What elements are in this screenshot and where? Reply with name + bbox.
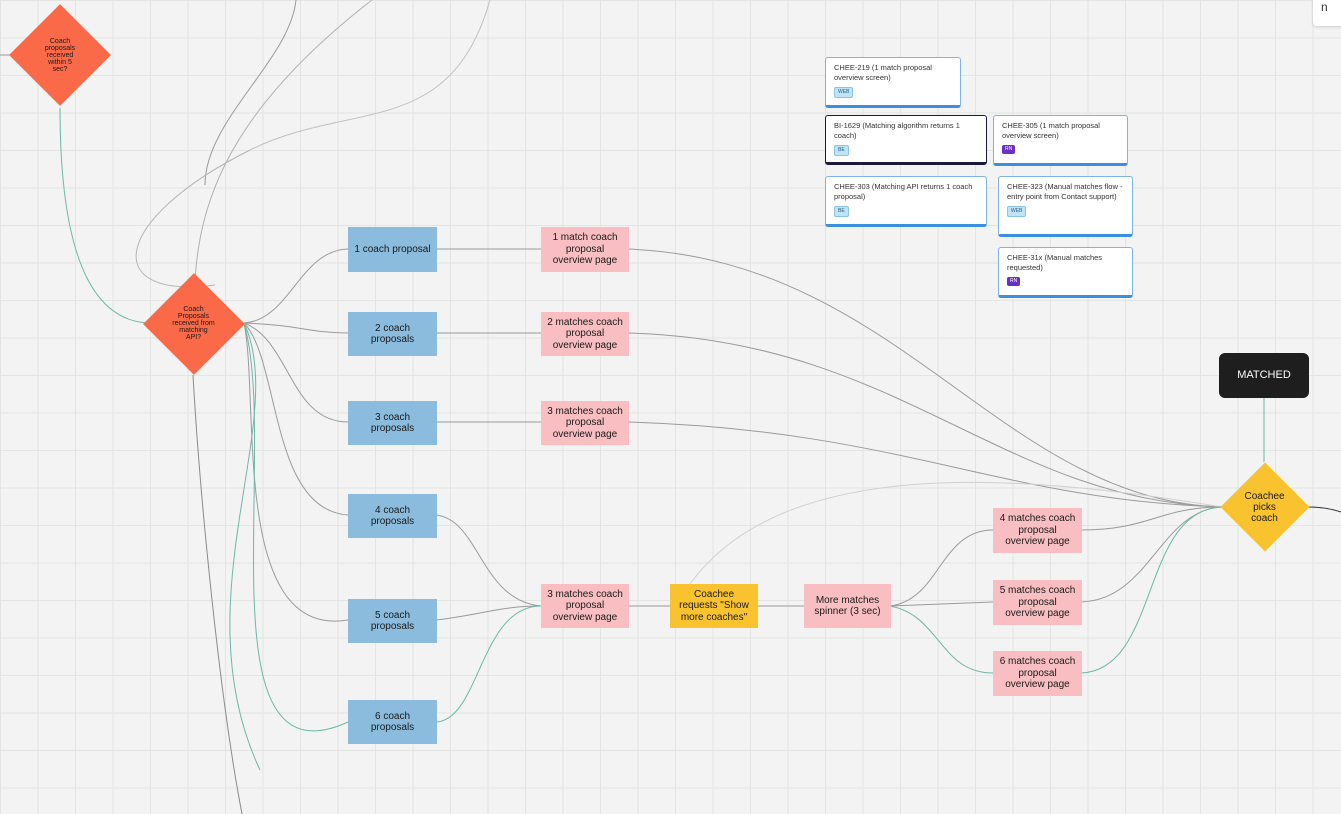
- proposal-box-3[interactable]: 3 coach proposals: [348, 401, 437, 445]
- edge: [204, 0, 297, 186]
- connector-lines: [0, 0, 1341, 814]
- request-more-label: Coachee requests "Show more coaches": [679, 588, 749, 623]
- overview-label: 2 matches coach proposal overview page: [547, 316, 623, 351]
- proposal-box-4[interactable]: 4 coach proposals: [348, 494, 437, 538]
- overview-page-4-matches[interactable]: 4 matches coach proposal overview page: [993, 508, 1082, 553]
- ticket-tag: BE: [834, 145, 849, 156]
- ticket-text: CHEE-303 (Matching API returns 1 coach p…: [834, 182, 973, 202]
- edge: [59, 107, 149, 324]
- proposal-box-2[interactable]: 2 coach proposals: [348, 312, 437, 356]
- edge: [435, 605, 542, 723]
- edge: [243, 322, 349, 334]
- proposal-label: 3 coach proposals: [370, 411, 415, 435]
- overview-label: 3 matches coach proposal overview page: [547, 405, 623, 440]
- proposal-label: 4 coach proposals: [370, 504, 415, 528]
- spinner-label: More matches spinner (3 sec): [814, 594, 881, 618]
- decision-coachee-picks-coach[interactable]: Coachee picks coach: [1219, 462, 1310, 552]
- edge: [194, 0, 373, 281]
- ticket-tag: RN: [1007, 277, 1021, 286]
- overview-label: 1 match coach proposal overview page: [552, 232, 618, 267]
- ticket-card[interactable]: CHEE-323 (Manual matches flow - entry po…: [998, 176, 1133, 237]
- edge: [1307, 506, 1341, 513]
- edge: [243, 322, 349, 622]
- ticket-card[interactable]: CHEE-219 (1 match proposal overview scre…: [825, 57, 961, 108]
- overview-label: 4 matches coach proposal overview page: [999, 513, 1076, 548]
- overview-label: 3 matches coach proposal overview page: [547, 588, 623, 623]
- request-more-coaches[interactable]: Coachee requests "Show more coaches": [670, 584, 758, 628]
- ticket-text: CHEE-305 (1 match proposal overview scre…: [1002, 121, 1100, 141]
- overview-page-3-matches-lower[interactable]: 3 matches coach proposal overview page: [541, 584, 629, 628]
- decision-received-from-api[interactable]: Coach Proposals received from matching A…: [142, 272, 245, 375]
- proposal-label: 2 coach proposals: [370, 322, 415, 346]
- ticket-card[interactable]: CHEE-303 (Matching API returns 1 coach p…: [825, 176, 987, 227]
- edge: [249, 0, 491, 151]
- overview-label: 6 matches coach proposal overview page: [999, 656, 1076, 691]
- edge: [1080, 506, 1223, 674]
- ticket-text: CHEE-31x (Manual matches requested): [1007, 253, 1103, 273]
- ticket-card[interactable]: BI-1629 (Matching algorithm returns 1 co…: [825, 115, 987, 165]
- edge: [229, 322, 261, 771]
- edge: [435, 514, 542, 607]
- ticket-tag: WEB: [834, 87, 854, 98]
- ticket-tag: BE: [834, 206, 849, 217]
- proposal-box-5[interactable]: 5 coach proposals: [348, 599, 437, 643]
- ticket-card[interactable]: CHEE-31x (Manual matches requested) RN: [998, 247, 1133, 298]
- proposal-box-1[interactable]: 1 coach proposal: [348, 227, 437, 272]
- edge: [889, 605, 994, 674]
- edge: [889, 601, 994, 607]
- decision-label: Coach Proposals received from matching A…: [172, 306, 215, 341]
- edge: [243, 248, 349, 324]
- edge: [192, 374, 243, 814]
- edge: [889, 529, 994, 607]
- proposal-label: 6 coach proposals: [370, 710, 415, 734]
- corner-panel[interactable]: n: [1313, 0, 1341, 26]
- edge: [243, 322, 349, 732]
- overview-page-5-matches[interactable]: 5 matches coach proposal overview page: [993, 580, 1082, 625]
- overview-page-6-matches[interactable]: 6 matches coach proposal overview page: [993, 651, 1082, 696]
- proposal-label: 1 coach proposal: [354, 243, 431, 255]
- edge: [1080, 506, 1223, 531]
- decision-label: Coachee picks coach: [1244, 490, 1285, 524]
- ticket-text: CHEE-323 (Manual matches flow - entry po…: [1007, 182, 1123, 202]
- ticket-card[interactable]: CHEE-305 (1 match proposal overview scre…: [993, 115, 1128, 166]
- proposal-label: 5 coach proposals: [370, 609, 415, 633]
- matched-terminal[interactable]: MATCHED: [1219, 353, 1309, 398]
- ticket-text: BI-1629 (Matching algorithm returns 1 co…: [834, 121, 960, 141]
- edge: [243, 322, 349, 423]
- overview-page-2-matches[interactable]: 2 matches coach proposal overview page: [541, 312, 629, 356]
- decision-within-5-sec[interactable]: Coach proposals received within 5 sec?: [9, 4, 111, 106]
- more-matches-spinner[interactable]: More matches spinner (3 sec): [804, 584, 891, 628]
- proposal-box-6[interactable]: 6 coach proposals: [348, 700, 437, 744]
- edge: [135, 149, 251, 288]
- overview-page-3-matches[interactable]: 3 matches coach proposal overview page: [541, 401, 629, 445]
- matched-label: MATCHED: [1237, 369, 1291, 382]
- ticket-text: CHEE-219 (1 match proposal overview scre…: [834, 63, 932, 83]
- ticket-tag: WEB: [1007, 206, 1027, 217]
- overview-page-1-match[interactable]: 1 match coach proposal overview page: [541, 227, 629, 272]
- edge: [435, 605, 542, 621]
- edge: [627, 332, 1223, 508]
- edge: [243, 322, 349, 516]
- corner-label: n: [1321, 0, 1328, 14]
- decision-label: Coach proposals received within 5 sec?: [44, 37, 76, 73]
- overview-label: 5 matches coach proposal overview page: [999, 585, 1076, 620]
- ticket-tag: RN: [1002, 145, 1016, 154]
